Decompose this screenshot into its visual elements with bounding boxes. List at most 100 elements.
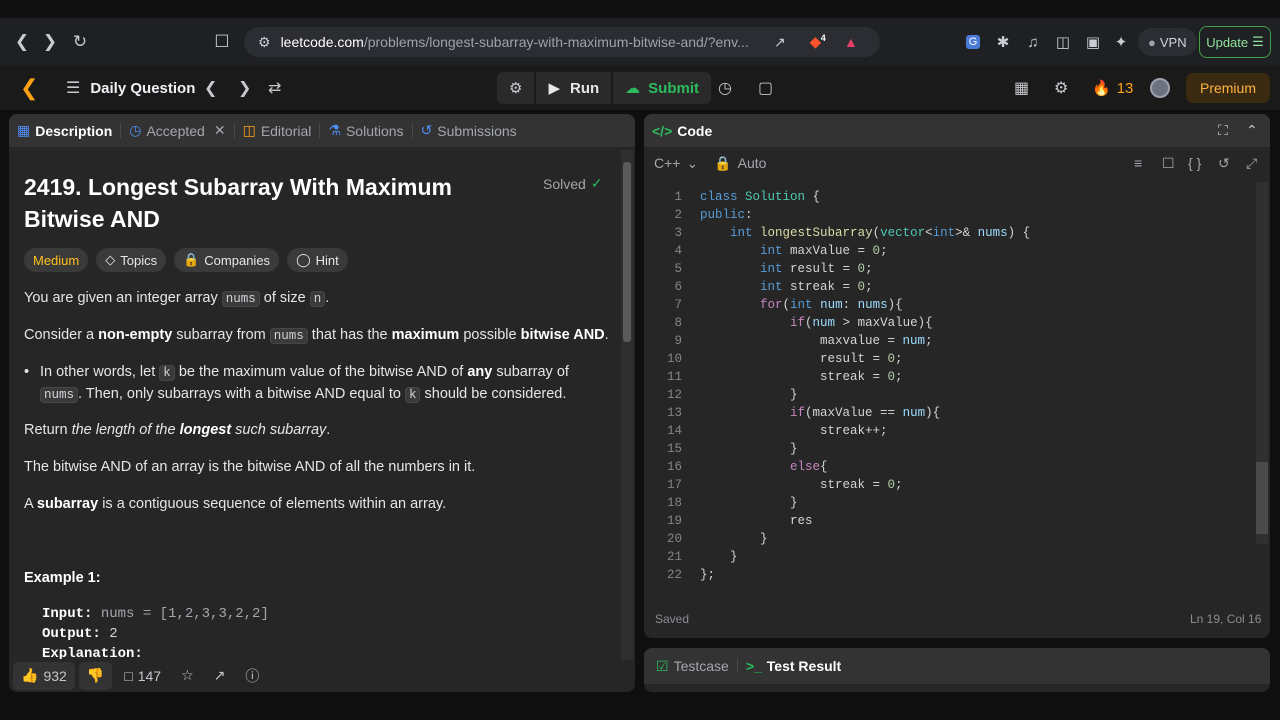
site-info-icon[interactable]: ⚙ bbox=[258, 34, 271, 51]
code-line[interactable]: 12 } bbox=[644, 386, 1254, 404]
share-icon[interactable]: ↗ bbox=[774, 34, 786, 51]
help-button[interactable]: ⓘ bbox=[237, 662, 267, 690]
streak-counter[interactable]: 🔥 13 bbox=[1092, 66, 1133, 110]
extensions-icon[interactable]: ✱ bbox=[992, 28, 1014, 56]
timer-icon[interactable]: ◷ bbox=[718, 66, 732, 110]
companies-chip[interactable]: 🔒 Companies bbox=[174, 248, 280, 272]
layout-icon[interactable]: ▦ bbox=[1014, 66, 1029, 110]
share-icon: ↗ bbox=[213, 667, 226, 683]
reset-icon[interactable]: ↺ bbox=[1218, 155, 1230, 172]
tab-editorial[interactable]: ◫ Editorial bbox=[235, 114, 320, 147]
scrollbar-thumb[interactable] bbox=[623, 162, 631, 342]
brave-rewards-icon[interactable]: ▲ bbox=[844, 34, 858, 50]
code-text: streak++; bbox=[700, 424, 888, 438]
code-line[interactable]: 7 for(int num: nums){ bbox=[644, 296, 1254, 314]
prev-problem-icon[interactable]: ❮ bbox=[204, 66, 217, 110]
close-tab-icon[interactable]: ✕ bbox=[214, 122, 226, 139]
premium-button[interactable]: Premium bbox=[1186, 73, 1270, 103]
comments-button[interactable]: □ 147 bbox=[116, 662, 169, 690]
notes-icon[interactable]: ▢ bbox=[758, 66, 773, 110]
favorite-button[interactable]: ☆ bbox=[173, 662, 202, 690]
bookmark-code-icon[interactable]: ☐ bbox=[1162, 155, 1175, 172]
tab-testcase[interactable]: ☑ Testcase bbox=[644, 650, 737, 683]
dislike-button[interactable]: 👎 bbox=[78, 661, 113, 690]
auto-mode-label[interactable]: Auto bbox=[738, 155, 767, 171]
wallet-icon[interactable]: ▣ bbox=[1082, 28, 1104, 56]
forward-icon[interactable]: ❯ bbox=[36, 28, 64, 56]
sidebar-icon[interactable]: ◫ bbox=[1052, 28, 1074, 56]
code-line[interactable]: 15 } bbox=[644, 440, 1254, 458]
tab-submissions[interactable]: ↺ Submissions bbox=[413, 114, 525, 147]
code-line[interactable]: 3 int longestSubarray(vector<int>& nums)… bbox=[644, 224, 1254, 242]
description-paragraph: Consider a non-empty subarray from nums … bbox=[24, 327, 609, 344]
language-select[interactable]: C++ bbox=[654, 155, 680, 171]
tab-test-result[interactable]: >_ Test Result bbox=[738, 650, 849, 683]
code-line[interactable]: 6 int streak = 0; bbox=[644, 278, 1254, 296]
chevron-down-icon[interactable]: ⌄ bbox=[686, 155, 698, 172]
leo-ai-icon[interactable]: ✦ bbox=[1110, 28, 1132, 56]
tab-solutions[interactable]: ⚗ Solutions bbox=[320, 114, 411, 147]
reload-icon[interactable]: ↻ bbox=[66, 28, 94, 56]
left-tab-bar: ▦ Description ◷ Accepted ✕ ◫ Editorial ⚗ Solu… bbox=[9, 114, 635, 147]
code-line[interactable]: 1 class Solution { bbox=[644, 188, 1254, 206]
code-line[interactable]: 14 streak++; bbox=[644, 422, 1254, 440]
code-editor[interactable]: 1 class Solution {2 public: 3 int longestSu… bbox=[644, 182, 1270, 602]
code-line[interactable]: 4 int maxValue = 0; bbox=[644, 242, 1254, 260]
code-line[interactable]: 2 public: bbox=[644, 206, 1254, 224]
translate-extension-icon[interactable]: G bbox=[962, 28, 984, 56]
fire-icon: 🔥 bbox=[1092, 80, 1111, 97]
brave-shields-icon[interactable]: ◆4 bbox=[810, 33, 826, 51]
bookmark-icon[interactable]: ☐ bbox=[208, 28, 236, 56]
code-line[interactable]: 21 } bbox=[644, 548, 1254, 566]
daily-question-link[interactable]: ☰ Daily Question bbox=[66, 66, 195, 110]
code-line[interactable]: 8 if(num > maxValue){ bbox=[644, 314, 1254, 332]
thumbs-up-icon: 👍 bbox=[21, 667, 39, 683]
code-line[interactable]: 22}; bbox=[644, 566, 1254, 584]
code-line[interactable]: 20 } bbox=[644, 530, 1254, 548]
leetcode-logo-icon[interactable]: ❮ bbox=[20, 66, 38, 110]
run-button[interactable]: ▶ Run bbox=[536, 72, 612, 104]
avatar[interactable] bbox=[1150, 66, 1170, 110]
code-line[interactable]: 10 result = 0; bbox=[644, 350, 1254, 368]
code-line[interactable]: 19 res bbox=[644, 512, 1254, 530]
topics-chip[interactable]: ◇ Topics bbox=[96, 248, 167, 272]
update-button[interactable]: Update ☰ bbox=[1199, 26, 1271, 58]
tab-accepted[interactable]: ◷ Accepted ✕ bbox=[121, 114, 233, 147]
code-line[interactable]: 16 else{ bbox=[644, 458, 1254, 476]
share-button[interactable]: ↗ bbox=[206, 662, 234, 690]
format-icon[interactable]: ≡ bbox=[1134, 155, 1142, 171]
line-number: 8 bbox=[674, 316, 682, 330]
tab-description[interactable]: ▦ Description bbox=[9, 114, 120, 147]
code-line[interactable]: 5 int result = 0; bbox=[644, 260, 1254, 278]
collapse-icon[interactable]: ⌃ bbox=[1246, 122, 1258, 139]
code-text: } bbox=[700, 550, 738, 564]
submit-button[interactable]: ☁ Submit bbox=[613, 72, 712, 104]
tab-code[interactable]: </> Code bbox=[644, 114, 720, 147]
back-icon[interactable]: ❮ bbox=[8, 28, 36, 56]
code-text: streak = 0; bbox=[700, 370, 903, 384]
code-line[interactable]: 18 } bbox=[644, 494, 1254, 512]
debug-button[interactable]: ⚙ bbox=[497, 72, 535, 104]
maximize-icon[interactable]: ⛶ bbox=[1218, 122, 1228, 139]
code-line[interactable]: 17 streak = 0; bbox=[644, 476, 1254, 494]
like-button[interactable]: 👍 932 bbox=[13, 661, 75, 690]
vpn-button[interactable]: ● VPN bbox=[1138, 28, 1197, 56]
description-scrollbar[interactable] bbox=[621, 150, 633, 660]
braces-icon[interactable]: { } bbox=[1188, 155, 1201, 171]
editor-scrollbar[interactable] bbox=[1256, 182, 1268, 544]
code-line[interactable]: 9 maxvalue = num; bbox=[644, 332, 1254, 350]
scrollbar-thumb[interactable] bbox=[1256, 462, 1268, 534]
hint-chip[interactable]: ◯ Hint bbox=[287, 248, 348, 272]
code-line[interactable]: 13 if(maxValue == num){ bbox=[644, 404, 1254, 422]
line-number: 17 bbox=[666, 478, 682, 492]
line-number: 19 bbox=[666, 514, 682, 528]
next-problem-icon[interactable]: ❯ bbox=[238, 66, 251, 110]
problem-title[interactable]: 2419. Longest Subarray With Maximum Bitw… bbox=[24, 171, 494, 235]
address-bar[interactable]: ⚙ leetcode.com/problems/longest-subarray… bbox=[244, 27, 880, 57]
settings-gear-icon[interactable]: ⚙ bbox=[1054, 66, 1068, 110]
code-line[interactable]: 11 streak = 0; bbox=[644, 368, 1254, 386]
fullscreen-icon[interactable]: ⤢ bbox=[1246, 155, 1257, 172]
shuffle-icon[interactable]: ⇄ bbox=[268, 66, 281, 110]
media-icon[interactable]: ♫ bbox=[1022, 28, 1044, 56]
line-number: 7 bbox=[674, 298, 682, 312]
